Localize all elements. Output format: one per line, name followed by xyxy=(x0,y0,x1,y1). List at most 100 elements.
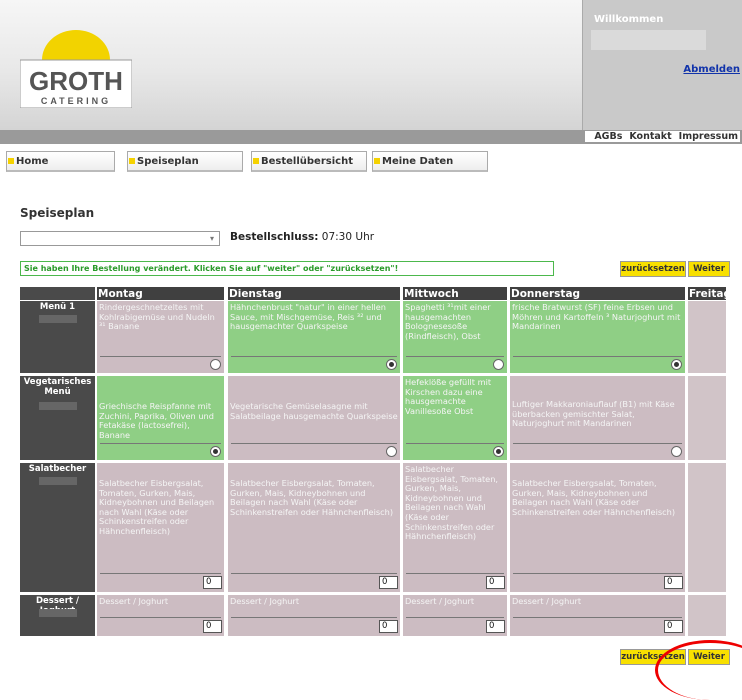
menu-cell: Hähnchenbrust "natur" in einer hellen Sa… xyxy=(228,301,400,373)
row-label-text: Salatbecher xyxy=(28,464,87,474)
quantity-input[interactable]: 0 xyxy=(203,620,222,633)
menu-text: frische Bratwurst (SF) feine Erbsen und … xyxy=(512,302,681,332)
cell-divider xyxy=(231,443,397,444)
menu-cell: Dessert / Joghurt 0 xyxy=(510,595,685,636)
cell-divider xyxy=(513,356,682,357)
cell-divider xyxy=(231,573,397,574)
tab-speiseplan[interactable]: Speiseplan xyxy=(127,151,243,172)
chevron-down-icon: ▾ xyxy=(209,234,214,243)
menu-cell: Salatbecher Eisbergsalat, Tomaten, Gurke… xyxy=(97,463,224,592)
quantity-input[interactable]: 0 xyxy=(664,576,683,589)
username-box xyxy=(591,30,706,50)
menu-text: Hähnchenbrust "natur" in einer hellen Sa… xyxy=(230,302,386,332)
cell-divider xyxy=(513,443,682,444)
quantity-input[interactable]: 0 xyxy=(486,576,505,589)
welcome-label: Willkommen xyxy=(594,14,664,25)
row-label: Menü 1 xyxy=(20,301,95,373)
tab-home[interactable]: Home xyxy=(6,151,115,172)
cell-divider xyxy=(100,617,221,618)
deadline-label: Bestellschluss: xyxy=(230,231,319,243)
menu-cell: Rindergeschnetzeltes mit Kohlrabigemüse … xyxy=(97,301,224,373)
menu-radio[interactable] xyxy=(210,359,221,370)
menu-cell: Dessert / Joghurt 0 xyxy=(97,595,224,636)
row-label: Salatbecher xyxy=(20,463,95,592)
menu-cell: Salatbecher Eisbergsalat, Tomaten, Gurke… xyxy=(510,463,685,592)
menu-cell: Dessert / Joghurt 0 xyxy=(228,595,400,636)
menu-text: Rindergeschnetzeltes mit Kohlrabigemüse … xyxy=(99,302,215,332)
logout-link[interactable]: Abmelden xyxy=(683,64,740,75)
cell-divider xyxy=(406,617,504,618)
menu-text: Vegetarische Gemüselasagne mit Salatbeil… xyxy=(230,401,398,421)
menu-radio[interactable] xyxy=(386,446,397,457)
menu-radio[interactable] xyxy=(386,359,397,370)
menu-radio[interactable] xyxy=(493,359,504,370)
svg-text:CATERING: CATERING xyxy=(41,96,111,106)
deadline-time: 07:30 Uhr xyxy=(321,231,375,243)
menu-radio[interactable] xyxy=(210,446,221,457)
menu-cell: Griechische Reispfanne mit Zuchini, Papr… xyxy=(97,376,224,460)
change-message: Sie haben Ihre Bestellung verändert. Kli… xyxy=(20,261,554,276)
quantity-input[interactable]: 0 xyxy=(379,620,398,633)
tab-meine-daten[interactable]: Meine Daten xyxy=(372,151,488,172)
tab-label: Speiseplan xyxy=(137,156,199,167)
svg-text:GROTH: GROTH xyxy=(29,66,123,96)
row-label-marker xyxy=(39,315,77,323)
cell-divider xyxy=(231,617,397,618)
menu-cell: Spaghetti ³¹mit einer hausgemachten Bolo… xyxy=(403,301,507,373)
quantity-input[interactable]: 0 xyxy=(379,576,398,589)
menu-text: Dessert / Joghurt xyxy=(99,596,169,606)
menu-radio[interactable] xyxy=(671,446,682,457)
cell-divider xyxy=(100,356,221,357)
cell-divider xyxy=(406,573,504,574)
tab-marker-icon xyxy=(253,158,259,164)
quantity-input[interactable]: 0 xyxy=(203,576,222,589)
menu-cell: Salatbecher Eisbergsalat, Tomaten, Gurke… xyxy=(228,463,400,592)
cell-divider xyxy=(406,443,504,444)
menu-text: Hefeklöße gefüllt mit Kirschen dazu eine… xyxy=(405,377,492,416)
cell-divider xyxy=(100,573,221,574)
row-label-marker xyxy=(39,477,77,485)
row-label-text: Vegetarisches Menü xyxy=(23,377,92,397)
day-header: Montag xyxy=(97,287,224,300)
cell-divider xyxy=(406,356,504,357)
tab-marker-icon xyxy=(374,158,380,164)
cell-divider xyxy=(513,573,682,574)
menu-cell: Salatbecher Eisbergsalat, Tomaten, Gurke… xyxy=(403,463,507,592)
row-label: Vegetarisches Menü xyxy=(20,376,95,460)
menu-radio[interactable] xyxy=(671,359,682,370)
cell-divider xyxy=(100,443,221,444)
agbs-link[interactable]: AGBs xyxy=(594,131,622,142)
day-header: Dienstag xyxy=(228,287,400,300)
day-header: Donnerstag xyxy=(510,287,685,300)
menu-text: Dessert / Joghurt xyxy=(512,596,582,606)
row-label-marker xyxy=(39,609,77,617)
groth-logo: GROTH CATERING xyxy=(20,30,132,108)
menu-cell: frische Bratwurst (SF) feine Erbsen und … xyxy=(510,301,685,373)
menu-cell: Dessert / Joghurt 0 xyxy=(403,595,507,636)
reset-button-top[interactable]: zurücksetzen xyxy=(620,261,686,277)
grid-corner xyxy=(20,287,95,300)
kontakt-link[interactable]: Kontakt xyxy=(629,131,671,142)
cell-divider xyxy=(513,617,682,618)
menu-cell: Luftiger Makkaroniauflauf (B1) mit Käse … xyxy=(510,376,685,460)
tab-label: Bestellübersicht xyxy=(261,156,353,167)
tab-marker-icon xyxy=(129,158,135,164)
friday-cell xyxy=(688,376,726,460)
tab-bestelluebersicht[interactable]: Bestellübersicht xyxy=(251,151,367,172)
quantity-input[interactable]: 0 xyxy=(664,620,683,633)
top-links: AGBs Kontakt Impressum xyxy=(585,131,740,142)
welcome-panel: Willkommen Abmelden xyxy=(582,0,742,130)
next-button-top[interactable]: Weiter xyxy=(688,261,730,277)
quantity-input[interactable]: 0 xyxy=(486,620,505,633)
row-label: Dessert / Joghurt xyxy=(20,595,95,636)
menu-text: Luftiger Makkaroniauflauf (B1) mit Käse … xyxy=(512,399,675,429)
order-deadline: Bestellschluss: 07:30 Uhr xyxy=(230,231,374,243)
menu-text: Dessert / Joghurt xyxy=(405,596,475,606)
child-select[interactable]: ▾ xyxy=(20,231,220,246)
menu-radio[interactable] xyxy=(493,446,504,457)
day-header: Mittwoch xyxy=(403,287,507,300)
row-label-marker xyxy=(39,402,77,410)
impressum-link[interactable]: Impressum xyxy=(679,131,738,142)
friday-cell xyxy=(688,595,726,636)
cell-divider xyxy=(231,356,397,357)
